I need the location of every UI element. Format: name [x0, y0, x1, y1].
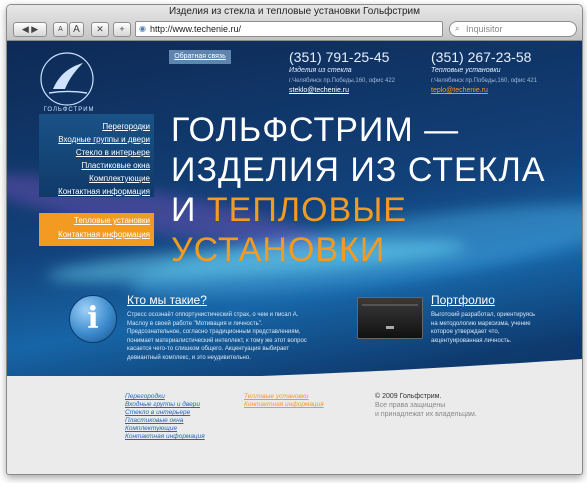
browser-window: Изделия из стекла и тепловые установки Г… — [6, 4, 583, 475]
about-text: Стресс осознаёт оппортунистический страх… — [127, 311, 307, 363]
address-heat: г.Челябинск пр.Победы,160, офис 421 — [431, 78, 538, 84]
web-page: ГОЛЬФСТРИМ Обратная связь (351) 791-25-4… — [7, 41, 582, 474]
menu-item-contacts-glass[interactable]: Контактная информация — [58, 187, 150, 196]
menu-item-contacts-heat[interactable]: Контактная информация — [58, 230, 150, 239]
rights-text: Все права защищены и принадлежат их влад… — [375, 402, 477, 419]
menu-item-heat-units[interactable]: Тепловые установки — [74, 216, 150, 225]
email-glass[interactable]: steklo@techenie.ru — [289, 87, 349, 94]
rights-line: Все права защищены — [375, 402, 446, 409]
footer-link-entrances[interactable]: Входные группы и двери — [125, 401, 200, 408]
url-text: http://www.techenie.ru/ — [150, 24, 242, 34]
search-field[interactable]: ⌕ Inquisitor — [449, 21, 577, 37]
hero-line-2: ИЗДЕЛИЯ ИЗ СТЕКЛА — [171, 151, 546, 189]
rights-line: и принадлежат их владельцам. — [375, 410, 477, 418]
about-line: Маслоу в своей работе "Мотивация и лично… — [127, 320, 263, 327]
logo-icon — [40, 52, 94, 106]
globe-icon: ◉ — [139, 24, 146, 33]
title-bar: Изделия из стекла и тепловые установки Г… — [7, 5, 582, 41]
portfolio-title[interactable]: Портфолио — [431, 293, 495, 307]
laptop-icon — [357, 297, 423, 339]
menu-item-plastic-windows[interactable]: Пластиковые окна — [81, 161, 150, 170]
portfolio-text: Выготский разработал, ориентируясь на ме… — [431, 311, 535, 345]
footer — [7, 376, 582, 474]
about-line: Предсознательное, согласно традиционным … — [127, 329, 301, 336]
portfolio-line: Выготский разработал, ориентируясь — [431, 312, 536, 318]
hero-line-3: И ТЕПЛОВЫЕ — [171, 191, 407, 230]
about-line: касается чего-то слишком общего. Акценту… — [127, 346, 290, 353]
font-smaller-button[interactable]: A — [53, 22, 68, 37]
portfolio-line: на методологию марксизма, учение — [431, 320, 531, 327]
window-title: Изделия из стекла и тепловые установки Г… — [168, 6, 421, 17]
feedback-button[interactable]: Обратная связь — [169, 50, 231, 64]
info-icon: i — [69, 295, 117, 343]
menu-item-interior-glass[interactable]: Стекло в интерьере — [76, 148, 150, 157]
about-line: понимает материалистический интеллект, к… — [127, 337, 307, 344]
footer-link-plastic-windows[interactable]: Пластиковые окна — [125, 417, 183, 424]
glass-menu: Перегородки Входные группы и двери Стекл… — [39, 114, 154, 197]
footer-link-contacts-glass[interactable]: Контактная информация — [125, 433, 205, 440]
label-glass: Изделия из стекла — [289, 67, 352, 74]
heat-menu: Тепловые установки Контактная информация — [39, 213, 154, 246]
footer-link-heat-units[interactable]: Тепловые установки — [244, 393, 309, 400]
phone-heat: (351) 267-23-58 — [431, 49, 532, 65]
back-forward-buttons[interactable]: ◀ ▶ — [13, 22, 47, 37]
footer-link-partitions[interactable]: Перегородки — [125, 393, 165, 400]
stop-icon[interactable]: ✕ — [91, 22, 109, 37]
hero-line-4: УСТАНОВКИ — [171, 231, 386, 269]
search-placeholder: Inquisitor — [466, 24, 503, 34]
about-line: Стресс осознаёт оппортунистический страх… — [127, 312, 299, 318]
hero-line-1: ГОЛЬФСТРИМ — — [171, 111, 460, 149]
hero-line-3-prefix: И — [171, 191, 207, 229]
logo-text: ГОЛЬФСТРИМ — [43, 107, 95, 113]
menu-item-components[interactable]: Комплектующие — [89, 174, 150, 183]
menu-item-partitions[interactable]: Перегородки — [102, 122, 150, 131]
address-glass: г.Челябинск пр.Победы,160, офис 422 — [289, 78, 396, 84]
label-heat: Тепловые установки — [431, 67, 501, 74]
portfolio-line: акцентуированная личность. — [431, 337, 512, 344]
menu-item-entrances[interactable]: Входные группы и двери — [58, 135, 150, 144]
copyright: © 2009 Гольфстрим. — [375, 393, 442, 400]
email-heat[interactable]: teplo@techenie.ru — [431, 87, 488, 94]
footer-link-contacts-heat[interactable]: Контактная информация — [244, 401, 324, 408]
font-larger-button[interactable]: A — [69, 22, 84, 37]
portfolio-line: которое утверждает что, — [431, 329, 500, 336]
address-bar[interactable]: ◉ http://www.techenie.ru/ — [135, 21, 443, 37]
footer-link-components[interactable]: Комплектующие — [125, 425, 177, 432]
hero-line-3-accent: ТЕПЛОВЫЕ — [206, 191, 407, 229]
phone-glass: (351) 791-25-45 — [289, 49, 390, 65]
add-bookmark-icon[interactable]: + — [113, 22, 131, 37]
footer-link-interior-glass[interactable]: Стекло в интерьере — [125, 409, 190, 416]
search-icon: ⌕ — [455, 24, 460, 33]
about-title[interactable]: Кто мы такие? — [127, 293, 207, 307]
